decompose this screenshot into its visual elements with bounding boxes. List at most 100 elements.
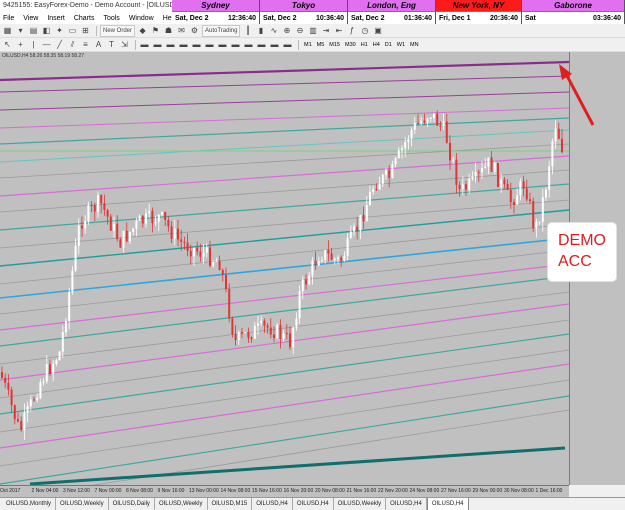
candle-body xyxy=(484,166,487,168)
tile-windows-icon[interactable]: ▥ xyxy=(307,25,318,36)
candle-body xyxy=(452,159,455,161)
new-order-button[interactable]: New Order xyxy=(100,24,136,37)
menu-insert[interactable]: Insert xyxy=(47,15,65,22)
signals-icon[interactable]: ⚑ xyxy=(150,25,161,36)
candle-body xyxy=(548,166,551,190)
candle-body xyxy=(378,183,381,190)
trendline-icon[interactable]: ╱ xyxy=(54,39,65,50)
candle-body xyxy=(234,334,237,341)
date-tick-label: 13 Nov 00:00 xyxy=(189,488,219,494)
menu-charts[interactable]: Charts xyxy=(74,15,95,22)
autotrading-button[interactable]: AutoTrading xyxy=(202,24,241,37)
channel-line xyxy=(0,333,569,415)
label-icon[interactable]: T xyxy=(106,39,117,50)
object-icon[interactable]: ▬ xyxy=(178,39,189,50)
menu-tools[interactable]: Tools xyxy=(103,15,119,22)
indicators-icon[interactable]: ƒ xyxy=(346,25,357,36)
timeframe-h4[interactable]: H4 xyxy=(371,40,382,50)
data-window-icon[interactable]: ◧ xyxy=(41,25,52,36)
chart-tab[interactable]: OILUSD,H4 xyxy=(293,498,334,510)
chart-tab[interactable]: OILUSD,Weekly xyxy=(334,498,387,510)
candlestick-icon[interactable]: ▮ xyxy=(255,25,266,36)
crosshair-icon[interactable]: + xyxy=(15,39,26,50)
object-icon[interactable]: ▬ xyxy=(217,39,228,50)
price-chart[interactable]: OILUSD,H4 58.26 58.35 58.19 58.27 xyxy=(0,52,569,485)
candle-body xyxy=(497,162,499,187)
timeframe-h1[interactable]: H1 xyxy=(359,40,370,50)
object-icon[interactable]: ▬ xyxy=(269,39,280,50)
zoom-in-icon[interactable]: ⊕ xyxy=(281,25,292,36)
horizontal-line-icon[interactable]: — xyxy=(41,39,52,50)
chart-tab[interactable]: OILUSD,M15 xyxy=(208,498,253,510)
menu-file[interactable]: File xyxy=(3,15,14,22)
navigator-icon[interactable]: ✦ xyxy=(54,25,65,36)
zoom-out-icon[interactable]: ⊖ xyxy=(294,25,305,36)
metaeditor-icon[interactable]: ◆ xyxy=(137,25,148,36)
chart-tab[interactable]: OILUSD,Weekly xyxy=(155,498,208,510)
chart-tab[interactable]: OILUSD,H4 xyxy=(386,498,427,510)
object-icon[interactable]: ▬ xyxy=(152,39,163,50)
vertical-line-icon[interactable]: | xyxy=(28,39,39,50)
menu-window[interactable]: Window xyxy=(129,15,154,22)
chart-tab[interactable]: OILUSD,H4 xyxy=(252,498,293,510)
candle-body xyxy=(525,188,528,200)
terminal-icon[interactable]: ▭ xyxy=(67,25,78,36)
timeframe-m15[interactable]: M15 xyxy=(327,40,342,50)
object-icon[interactable]: ▬ xyxy=(165,39,176,50)
candle-body xyxy=(481,167,483,173)
channel-icon[interactable]: ⫽ xyxy=(67,39,78,50)
candle-body xyxy=(231,318,234,335)
candle-body xyxy=(333,258,336,260)
timeframe-d1[interactable]: D1 xyxy=(383,40,394,50)
profiles-icon[interactable]: ▾ xyxy=(15,25,26,36)
object-icon[interactable]: ▬ xyxy=(243,39,254,50)
object-icon[interactable]: ▬ xyxy=(230,39,241,50)
channel-line xyxy=(0,107,569,129)
periods-icon[interactable]: ◷ xyxy=(359,25,370,36)
timeframe-w1[interactable]: W1 xyxy=(395,40,407,50)
arrows-icon[interactable]: ⇲ xyxy=(119,39,130,50)
line-chart-icon[interactable]: ∿ xyxy=(268,25,279,36)
text-icon[interactable]: A xyxy=(93,39,104,50)
chart-tab[interactable]: OILUSD,Daily xyxy=(109,498,155,510)
chart-tab[interactable]: OILUSD,Monthly xyxy=(2,498,57,510)
candle-body xyxy=(141,215,144,224)
candle-body xyxy=(477,172,480,174)
timeframe-m30[interactable]: M30 xyxy=(343,40,358,50)
experts-icon[interactable]: ✉ xyxy=(176,25,187,36)
candle-body xyxy=(407,138,410,143)
candle-body xyxy=(93,205,96,212)
market-icon[interactable]: ☗ xyxy=(163,25,174,36)
object-icon[interactable]: ▬ xyxy=(204,39,215,50)
candle-body xyxy=(10,389,13,406)
candle-body xyxy=(151,210,154,224)
fibonacci-icon[interactable]: ≡ xyxy=(80,39,91,50)
autoscroll-icon[interactable]: ⇥ xyxy=(320,25,331,36)
menu-view[interactable]: View xyxy=(23,15,38,22)
templates-icon[interactable]: ▣ xyxy=(372,25,383,36)
chart-tab[interactable]: OILUSD,Weekly xyxy=(56,498,109,510)
chart-canvas[interactable] xyxy=(0,52,569,485)
object-icon[interactable]: ▬ xyxy=(191,39,202,50)
vps-icon[interactable]: ⚙ xyxy=(189,25,200,36)
object-icon[interactable]: ▬ xyxy=(139,39,150,50)
chart-tab[interactable]: OILUSD,H4 xyxy=(426,498,469,510)
market-watch-icon[interactable]: ▤ xyxy=(28,25,39,36)
candle-body xyxy=(298,291,301,319)
candle-body xyxy=(429,117,432,119)
timeframe-m1[interactable]: M1 xyxy=(302,40,314,50)
date-tick-label: 24 Nov 08:00 xyxy=(409,488,440,494)
new-chart-icon[interactable]: ▦ xyxy=(2,25,13,36)
cursor-icon[interactable]: ↖ xyxy=(2,39,13,50)
object-icon[interactable]: ▬ xyxy=(256,39,267,50)
tester-icon[interactable]: ⊞ xyxy=(80,25,91,36)
object-icon[interactable]: ▬ xyxy=(282,39,293,50)
candle-body xyxy=(74,245,77,271)
timeframe-m5[interactable]: M5 xyxy=(315,40,327,50)
bar-chart-icon[interactable]: ┃ xyxy=(242,25,253,36)
chart-shift-icon[interactable]: ⇤ xyxy=(333,25,344,36)
candle-body xyxy=(362,214,365,222)
candle-body xyxy=(132,228,135,232)
timeframe-mn[interactable]: MN xyxy=(408,40,421,50)
candle-body xyxy=(266,325,269,328)
